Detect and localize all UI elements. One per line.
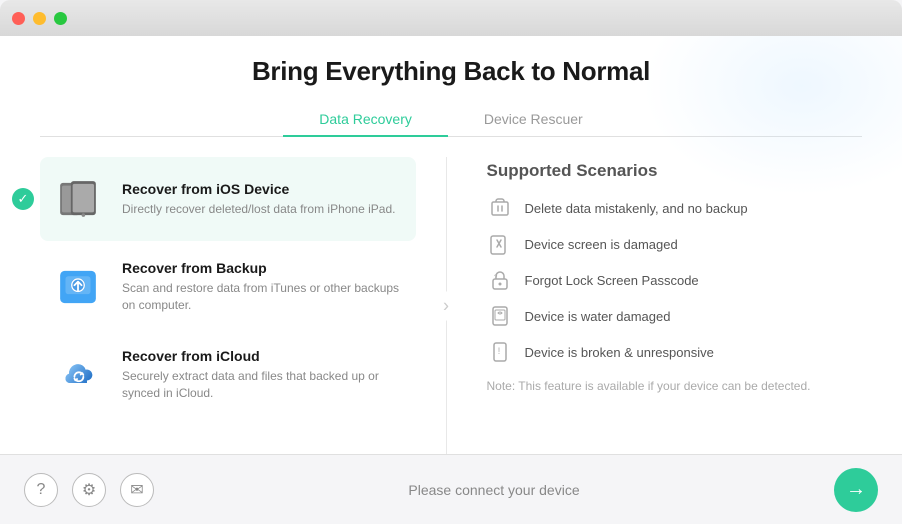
title-bar bbox=[0, 0, 902, 36]
icloud-item-desc: Securely extract data and files that bac… bbox=[122, 368, 406, 402]
traffic-lights bbox=[12, 12, 67, 25]
scenario-passcode-text: Forgot Lock Screen Passcode bbox=[525, 273, 699, 288]
settings-icon: ⚙ bbox=[82, 480, 96, 500]
tabs-container: Data Recovery Device Rescuer bbox=[40, 103, 862, 137]
close-button[interactable] bbox=[12, 12, 25, 25]
lock-screen-icon: ? bbox=[487, 267, 513, 293]
ios-item-title: Recover from iOS Device bbox=[122, 181, 395, 197]
email-icon: ✉ bbox=[130, 480, 143, 500]
email-button[interactable]: ✉ bbox=[120, 473, 154, 507]
ios-device-icon bbox=[50, 171, 106, 227]
help-button[interactable]: ? bbox=[24, 473, 58, 507]
content-wrapper: Bring Everything Back to Normal Data Rec… bbox=[0, 36, 902, 454]
backup-item-desc: Scan and restore data from iTunes or oth… bbox=[122, 280, 406, 314]
screen-damaged-icon bbox=[487, 231, 513, 257]
scenario-delete: Delete data mistakenly, and no backup bbox=[487, 195, 863, 221]
settings-button[interactable]: ⚙ bbox=[72, 473, 106, 507]
backup-item-text: Recover from Backup Scan and restore dat… bbox=[122, 260, 406, 314]
backup-icon bbox=[50, 259, 106, 315]
water-damaged-icon bbox=[487, 303, 513, 329]
next-arrow-icon: → bbox=[846, 478, 866, 501]
scenario-broken-text: Device is broken & unresponsive bbox=[525, 345, 714, 360]
footer-left-icons: ? ⚙ ✉ bbox=[24, 473, 154, 507]
scenario-broken: ! Device is broken & unresponsive bbox=[487, 339, 863, 365]
ios-item-desc: Directly recover deleted/lost data from … bbox=[122, 201, 395, 218]
recovery-option-ios[interactable]: ✓ Recover from iOS Devic bbox=[40, 157, 416, 241]
help-icon: ? bbox=[37, 481, 46, 499]
svg-text:!: ! bbox=[497, 346, 500, 356]
scenario-water-text: Device is water damaged bbox=[525, 309, 671, 324]
maximize-button[interactable] bbox=[54, 12, 67, 25]
page-title: Bring Everything Back to Normal bbox=[40, 56, 862, 87]
delete-mistakenly-icon bbox=[487, 195, 513, 221]
scenario-screen-text: Device screen is damaged bbox=[525, 237, 678, 252]
recovery-option-backup[interactable]: Recover from Backup Scan and restore dat… bbox=[40, 245, 416, 329]
minimize-button[interactable] bbox=[33, 12, 46, 25]
scenarios-note: Note: This feature is available if your … bbox=[487, 379, 863, 393]
left-column: ✓ Recover from iOS Devic bbox=[40, 157, 436, 454]
main-columns: ✓ Recover from iOS Devic bbox=[40, 157, 862, 454]
next-button[interactable]: → bbox=[834, 468, 878, 512]
selected-check-icon: ✓ bbox=[12, 188, 34, 210]
icloud-item-text: Recover from iCloud Securely extract dat… bbox=[122, 348, 406, 402]
scenario-passcode: ? Forgot Lock Screen Passcode bbox=[487, 267, 863, 293]
icloud-item-title: Recover from iCloud bbox=[122, 348, 406, 364]
recovery-option-icloud[interactable]: Recover from iCloud Securely extract dat… bbox=[40, 333, 416, 417]
svg-text:?: ? bbox=[494, 275, 498, 281]
column-divider bbox=[446, 157, 447, 454]
scenario-water: Device is water damaged bbox=[487, 303, 863, 329]
scenario-delete-text: Delete data mistakenly, and no backup bbox=[525, 201, 748, 216]
scenario-screen: Device screen is damaged bbox=[487, 231, 863, 257]
scenarios-title: Supported Scenarios bbox=[487, 161, 863, 181]
ios-item-text: Recover from iOS Device Directly recover… bbox=[122, 181, 395, 218]
right-column: Supported Scenarios Delete data mistaken… bbox=[457, 157, 863, 454]
tab-data-recovery[interactable]: Data Recovery bbox=[283, 103, 448, 137]
footer: ? ⚙ ✉ Please connect your device → bbox=[0, 454, 902, 524]
status-text: Please connect your device bbox=[154, 482, 834, 498]
backup-item-title: Recover from Backup bbox=[122, 260, 406, 276]
broken-device-icon: ! bbox=[487, 339, 513, 365]
main-content: Bring Everything Back to Normal Data Rec… bbox=[0, 36, 902, 524]
connect-device-label: Please connect your device bbox=[408, 482, 579, 498]
tab-device-rescuer[interactable]: Device Rescuer bbox=[448, 103, 619, 137]
icloud-icon bbox=[50, 347, 106, 403]
